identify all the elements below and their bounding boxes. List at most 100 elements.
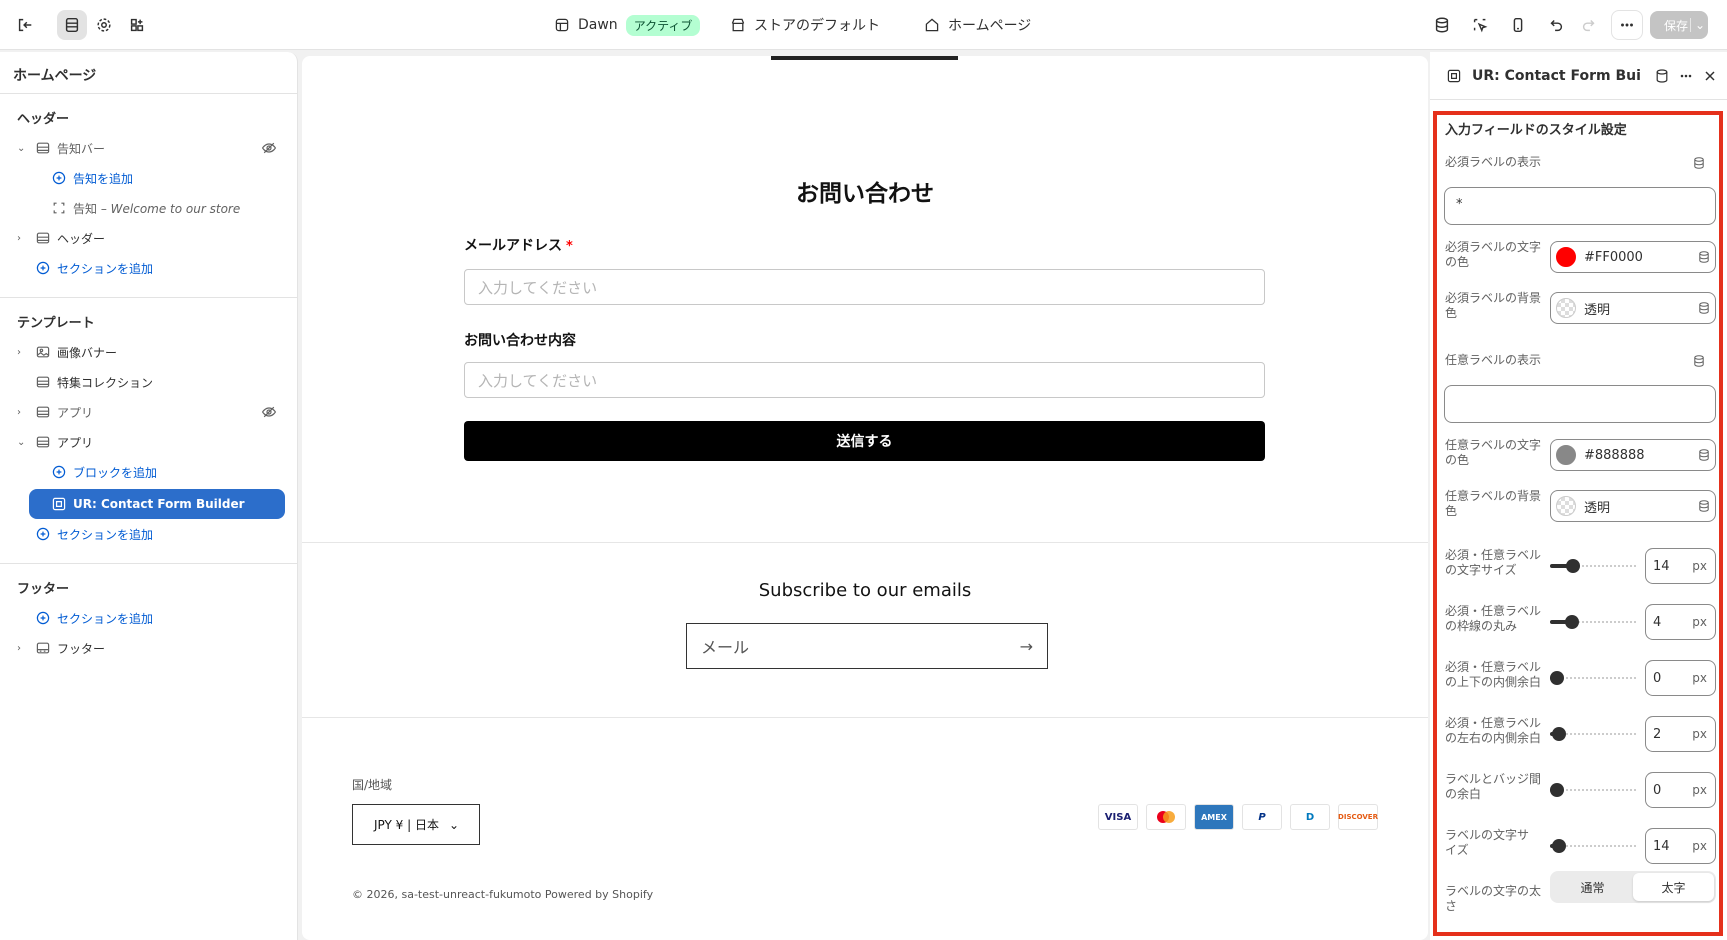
divider xyxy=(302,542,1428,543)
panel-title: UR: Contact Form Buil... xyxy=(1472,67,1642,84)
sections-icon[interactable] xyxy=(57,10,87,40)
section-announcement-bar[interactable]: ⌄ 告知バー xyxy=(0,133,297,163)
mobile-preview-icon[interactable] xyxy=(1503,10,1533,40)
section-app[interactable]: ⌄ アプリ xyxy=(0,427,297,457)
slider-knob[interactable] xyxy=(1564,615,1579,629)
chevron-down-icon[interactable]: ⌄ xyxy=(17,437,25,448)
add-section-button[interactable]: セクションを追加 xyxy=(0,603,297,633)
section-footer[interactable]: › フッター xyxy=(0,633,297,663)
weight-bold-option[interactable]: 太字 xyxy=(1633,873,1714,901)
section-label: 特集コレクション xyxy=(57,375,154,390)
color-swatch[interactable] xyxy=(1556,247,1576,267)
add-section-button[interactable]: セクションを追加 xyxy=(0,253,297,283)
subscribe-email-input[interactable]: メール → xyxy=(686,623,1048,669)
slider-knob[interactable] xyxy=(1552,727,1567,741)
database-icon[interactable] xyxy=(1427,10,1457,40)
number-input[interactable]: 4 px xyxy=(1645,604,1716,640)
more-menu-icon[interactable] xyxy=(1678,68,1694,84)
number-input[interactable]: 2 px xyxy=(1645,716,1716,752)
hidden-eye-icon[interactable] xyxy=(261,140,277,156)
chevron-right-icon[interactable]: › xyxy=(17,643,21,654)
range-slider[interactable] xyxy=(1550,725,1638,743)
add-block-button[interactable]: ブロックを追加 xyxy=(0,457,297,487)
plus-circle-icon xyxy=(52,171,66,185)
req-text-color-picker[interactable]: #FF0000 xyxy=(1550,241,1716,273)
number-input[interactable]: 14 px xyxy=(1645,828,1716,864)
page-selector[interactable]: ホームページ xyxy=(924,0,1031,50)
inspector-icon[interactable] xyxy=(1465,10,1495,40)
arrow-right-icon[interactable]: → xyxy=(1020,637,1033,656)
range-slider[interactable] xyxy=(1550,837,1638,855)
slider-knob[interactable] xyxy=(1552,839,1567,853)
save-button[interactable]: 保存 ⌄ xyxy=(1650,11,1708,39)
number-value: 14 xyxy=(1653,838,1670,854)
number-input[interactable]: 14 px xyxy=(1645,548,1716,584)
opt-text-color-picker[interactable]: #888888 xyxy=(1550,439,1716,471)
chevron-down-icon[interactable]: ⌄ xyxy=(1690,18,1705,32)
store-default-selector[interactable]: ストアのデフォルト xyxy=(730,0,880,50)
theme-selector[interactable]: Dawn アクティブ xyxy=(554,0,701,50)
apps-icon[interactable] xyxy=(122,10,152,40)
dynamic-source-icon[interactable] xyxy=(1697,448,1711,462)
block-announcement[interactable]: 告知 – Welcome to our store xyxy=(0,193,297,223)
range-slider[interactable] xyxy=(1550,613,1638,631)
font-weight-toggle[interactable]: 通常 太字 xyxy=(1550,871,1716,903)
opt-bg-color-picker[interactable]: 透明 xyxy=(1550,490,1716,522)
selected-app-block[interactable]: UR: Contact Form Builder xyxy=(29,489,285,519)
country-selector[interactable]: JPY ¥ | 日本 ⌄ xyxy=(352,804,480,845)
close-icon[interactable] xyxy=(1702,68,1718,84)
range-slider[interactable] xyxy=(1550,669,1638,687)
chevron-down-icon[interactable]: ⌄ xyxy=(17,143,25,154)
app-block-icon xyxy=(1447,69,1461,82)
number-input[interactable]: 0 px xyxy=(1645,660,1716,696)
transparent-swatch[interactable] xyxy=(1556,298,1576,318)
submit-button[interactable]: 送信する xyxy=(464,421,1265,461)
message-input[interactable]: 入力してください xyxy=(464,362,1265,398)
range-slider[interactable] xyxy=(1550,557,1638,575)
redo-icon[interactable] xyxy=(1574,10,1604,40)
exit-icon[interactable] xyxy=(10,10,40,40)
section-app-hidden[interactable]: › アプリ xyxy=(0,397,297,427)
req-bg-color-picker[interactable]: 透明 xyxy=(1550,292,1716,324)
slider-knob[interactable] xyxy=(1550,671,1564,685)
dynamic-source-icon[interactable] xyxy=(1697,301,1711,315)
color-swatch[interactable] xyxy=(1556,445,1576,465)
mastercard-icon xyxy=(1146,804,1186,830)
amex-icon: AMEX xyxy=(1194,804,1234,830)
dynamic-source-icon[interactable] xyxy=(1692,156,1706,170)
more-menu-icon[interactable] xyxy=(1611,10,1643,40)
transparent-swatch[interactable] xyxy=(1556,496,1576,516)
slider-knob[interactable] xyxy=(1566,559,1581,573)
slider-label: 必須・任意ラベルの枠線の丸み xyxy=(1445,604,1542,633)
chevron-right-icon[interactable]: › xyxy=(17,407,21,418)
weight-normal-option[interactable]: 通常 xyxy=(1552,873,1633,901)
chevron-right-icon[interactable]: › xyxy=(17,233,21,244)
slider-knob[interactable] xyxy=(1550,783,1564,797)
opt-label-input[interactable] xyxy=(1444,385,1716,423)
unit-label: px xyxy=(1692,839,1707,853)
dynamic-source-icon[interactable] xyxy=(1692,354,1706,368)
number-input[interactable]: 0 px xyxy=(1645,772,1716,808)
database-icon[interactable] xyxy=(1654,68,1670,84)
weight-label: ラベルの文字の太さ xyxy=(1445,884,1542,913)
settings-gear-icon[interactable] xyxy=(89,10,119,40)
add-announcement-button[interactable]: 告知を追加 xyxy=(0,163,297,193)
email-input[interactable]: 入力してください xyxy=(464,269,1265,305)
chevron-right-icon[interactable]: › xyxy=(17,347,21,358)
email-label-text: メールアドレス xyxy=(464,238,562,254)
dynamic-source-icon[interactable] xyxy=(1697,250,1711,264)
email-label: メールアドレス * xyxy=(464,235,573,255)
req-label-input[interactable]: * xyxy=(1444,187,1716,225)
range-slider[interactable] xyxy=(1550,781,1638,799)
section-header[interactable]: › ヘッダー xyxy=(0,223,297,253)
dynamic-source-icon[interactable] xyxy=(1697,499,1711,513)
section-label: 告知バー xyxy=(57,141,106,156)
section-image-banner[interactable]: › 画像バナー xyxy=(0,337,297,367)
number-value: 2 xyxy=(1653,726,1662,742)
undo-icon[interactable] xyxy=(1541,10,1571,40)
section-featured-collection[interactable]: 特集コレクション xyxy=(0,367,297,397)
page-title: ホームページ xyxy=(0,52,297,94)
add-section-button[interactable]: セクションを追加 xyxy=(0,519,297,549)
hidden-eye-icon[interactable] xyxy=(261,404,277,420)
block-label-text: Welcome to our store xyxy=(110,201,241,216)
